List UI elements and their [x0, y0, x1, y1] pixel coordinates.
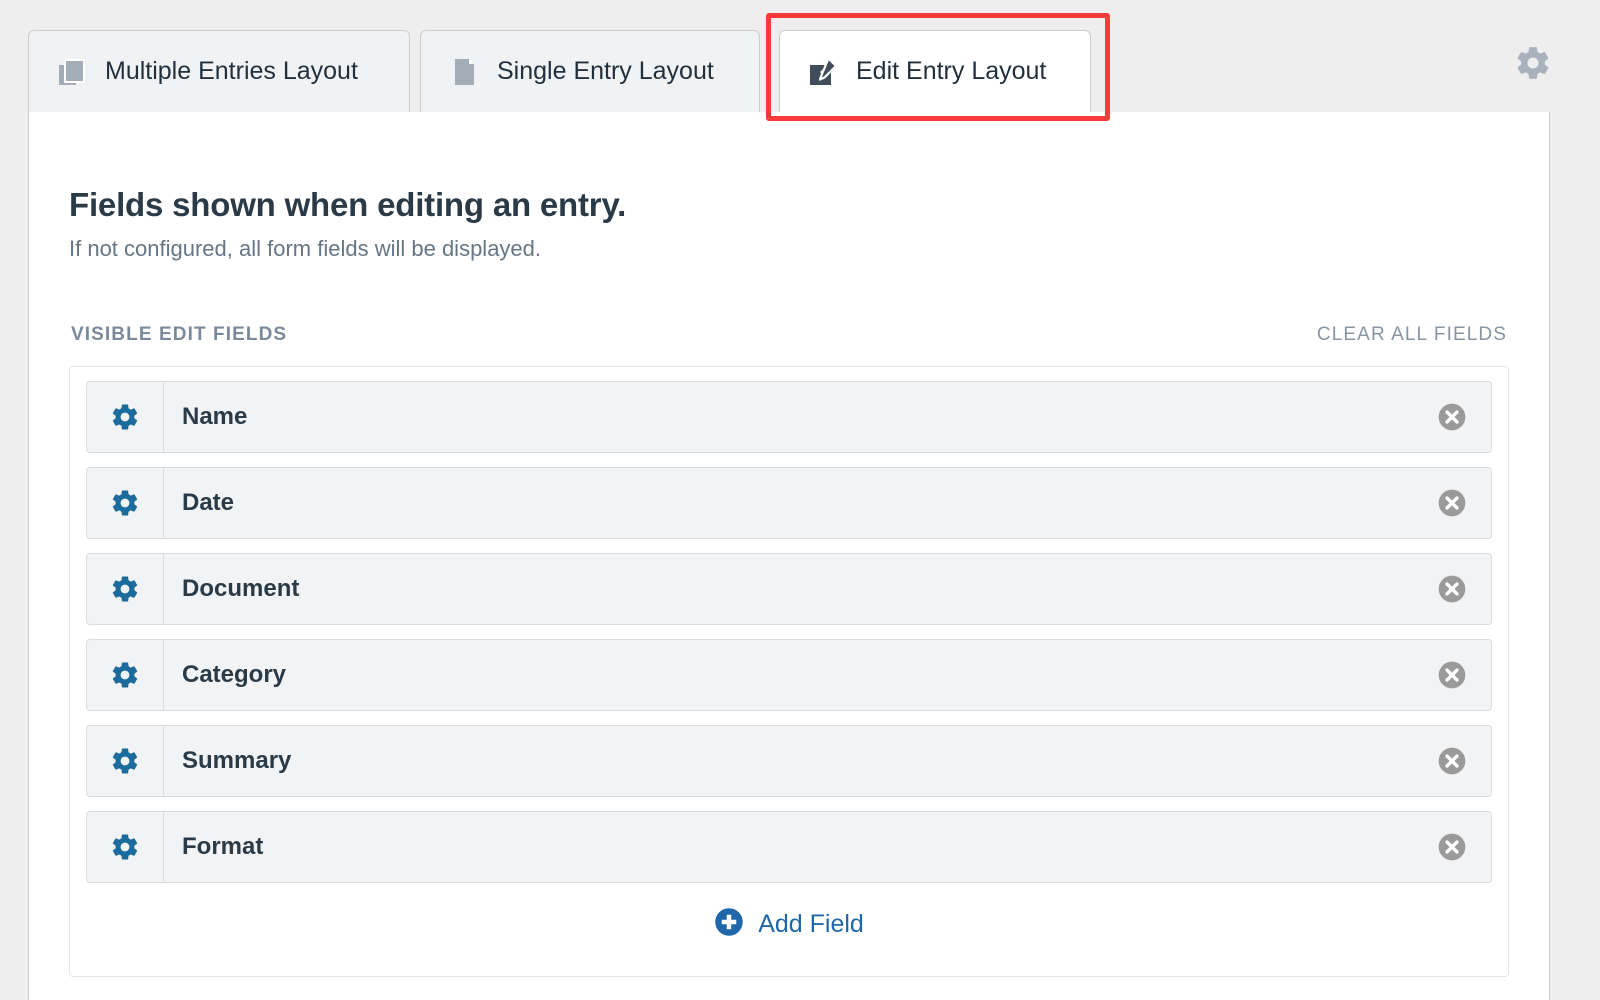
section-header: VISIBLE EDIT FIELDS CLEAR ALL FIELDS — [69, 324, 1509, 346]
gear-icon[interactable] — [1514, 44, 1552, 82]
table-row[interactable]: Name — [86, 381, 1492, 453]
close-circle-icon[interactable] — [1413, 554, 1491, 624]
field-label: Category — [182, 661, 287, 688]
clear-all-fields-button[interactable]: CLEAR ALL FIELDS — [1317, 324, 1507, 346]
table-row[interactable]: Summary — [86, 725, 1492, 797]
table-row[interactable]: Date — [86, 467, 1492, 539]
field-label: Name — [182, 403, 248, 430]
tab-strip: Multiple Entries Layout Single Entry Lay… — [22, 8, 1568, 112]
table-row[interactable]: Document — [86, 553, 1492, 625]
field-label: Document — [182, 575, 300, 602]
visible-edit-fields-label: VISIBLE EDIT FIELDS — [71, 324, 288, 345]
add-field-button[interactable]: Add Field — [86, 907, 1492, 976]
page-title: Fields shown when editing an entry. — [69, 186, 627, 223]
close-circle-icon[interactable] — [1413, 382, 1491, 452]
screen: Multiple Entries Layout Single Entry Lay… — [0, 0, 1600, 1000]
table-row[interactable]: Format — [86, 811, 1492, 883]
table-row[interactable]: Category — [86, 639, 1492, 711]
gear-icon[interactable] — [87, 468, 164, 538]
stacked-pages-icon — [55, 55, 89, 89]
tab-multiple-entries-layout[interactable]: Multiple Entries Layout — [28, 30, 410, 112]
tab-label: Edit Entry Layout — [856, 57, 1047, 85]
field-label: Summary — [182, 747, 292, 774]
tab-single-entry-layout[interactable]: Single Entry Layout — [420, 30, 760, 112]
gear-icon[interactable] — [87, 812, 164, 882]
plus-circle-icon — [714, 907, 744, 942]
close-circle-icon[interactable] — [1413, 812, 1491, 882]
tab-edit-entry-layout[interactable]: Edit Entry Layout — [779, 30, 1091, 112]
layout-settings-window: Multiple Entries Layout Single Entry Lay… — [22, 8, 1568, 1000]
gear-icon[interactable] — [87, 640, 164, 710]
page-subtitle: If not configured, all form fields will … — [69, 236, 542, 261]
close-circle-icon[interactable] — [1413, 726, 1491, 796]
gear-icon[interactable] — [87, 382, 164, 452]
tab-label: Multiple Entries Layout — [105, 57, 358, 85]
edit-pencil-icon — [806, 55, 840, 89]
field-label: Format — [182, 833, 264, 860]
page-icon — [447, 55, 481, 89]
close-circle-icon[interactable] — [1413, 468, 1491, 538]
field-label: Date — [182, 489, 235, 516]
gear-icon[interactable] — [87, 554, 164, 624]
close-circle-icon[interactable] — [1413, 640, 1491, 710]
add-field-label: Add Field — [758, 910, 864, 938]
gear-icon[interactable] — [87, 726, 164, 796]
fields-container: Name Date Document Category Summary Form… — [69, 366, 1509, 977]
content-panel: Fields shown when editing an entry. If n… — [28, 112, 1550, 1000]
tab-label: Single Entry Layout — [497, 57, 714, 85]
